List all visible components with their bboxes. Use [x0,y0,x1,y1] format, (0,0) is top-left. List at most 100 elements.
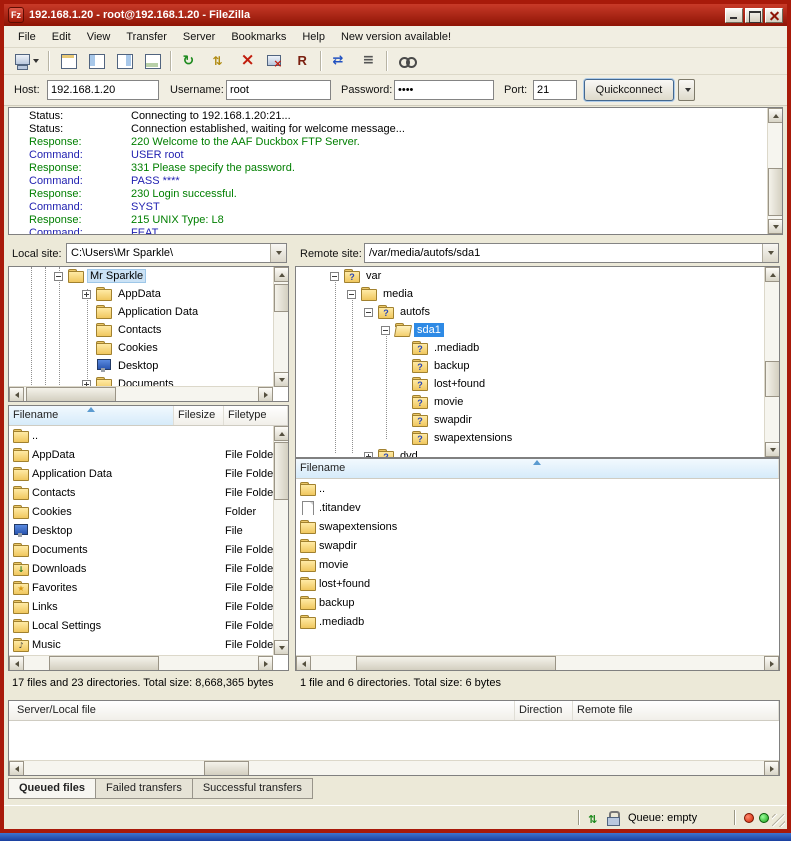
tab-failed-transfers[interactable]: Failed transfers [96,778,193,799]
file-row[interactable]: Contacts File Folder [9,483,273,502]
close-button[interactable] [765,8,783,23]
tree-item[interactable]: .mediadb [296,339,779,357]
file-row[interactable]: Cookies Folder [9,502,273,521]
file-row[interactable]: swapextensions [296,517,779,536]
tree-item[interactable]: movie [296,393,779,411]
reconnect-button[interactable] [289,49,315,73]
menu-edit[interactable]: Edit [44,28,79,46]
directory-comparison-button[interactable] [355,49,381,73]
menu-bookmarks[interactable]: Bookmarks [223,28,294,46]
host-input[interactable] [47,80,159,100]
scrollbar-thumb[interactable] [274,442,289,500]
queue-horizontal-scrollbar[interactable] [9,760,779,775]
local-tree-vertical-scrollbar[interactable] [273,267,288,387]
scrollbar-thumb[interactable] [204,761,249,776]
taskbar[interactable] [0,833,791,841]
column-header-filename[interactable]: Filename [296,459,779,478]
tree-item[interactable]: autofs [296,303,779,321]
column-header-filesize[interactable]: Filesize [174,406,224,425]
password-input[interactable] [394,80,494,100]
file-row[interactable]: backup [296,593,779,612]
collapse-icon[interactable] [364,308,373,317]
file-row[interactable]: .titandev [296,498,779,517]
scroll-up-button[interactable] [768,108,783,123]
tree-item[interactable]: AppData [9,285,288,303]
file-row[interactable]: .. [9,426,273,445]
scrollbar-thumb[interactable] [26,387,116,402]
cancel-button[interactable] [233,49,259,73]
local-list-horizontal-scrollbar[interactable] [9,655,273,670]
file-row[interactable]: Downloads File Folder [9,559,273,578]
tree-item[interactable]: lost+found [296,375,779,393]
local-list-vertical-scrollbar[interactable] [273,426,288,655]
tree-item[interactable]: media [296,285,779,303]
expand-icon[interactable] [82,290,91,299]
scrollbar-thumb[interactable] [49,656,159,671]
column-header-direction[interactable]: Direction [515,701,573,720]
toggle-remote-tree-button[interactable] [111,49,137,73]
scroll-left-button[interactable] [296,656,311,671]
file-row[interactable]: Music File Folder [9,635,273,654]
scroll-up-button[interactable] [765,267,780,282]
local-site-combobox[interactable]: C:\Users\Mr Sparkle\ [66,243,287,263]
file-row[interactable]: Local Settings File Folder [9,616,273,635]
column-header-server-local-file[interactable]: Server/Local file [9,701,515,720]
file-row[interactable]: movie [296,555,779,574]
maximize-button[interactable] [745,8,763,23]
scroll-down-button[interactable] [274,372,289,387]
scroll-down-button[interactable] [768,219,783,234]
menu-transfer[interactable]: Transfer [118,28,175,46]
toggle-local-tree-button[interactable] [83,49,109,73]
tree-item[interactable]: Desktop [9,357,288,375]
chevron-down-icon[interactable] [270,244,286,262]
speed-limits-icon[interactable] [588,810,602,826]
file-row[interactable]: Favorites File Folder [9,578,273,597]
tree-item[interactable]: swapextensions [296,429,779,447]
file-row[interactable]: Application Data File Folder [9,464,273,483]
column-header-filename[interactable]: Filename [9,406,174,425]
remote-site-combobox[interactable]: /var/media/autofs/sda1 [364,243,779,263]
local-tree-horizontal-scrollbar[interactable] [9,386,273,401]
chevron-down-icon[interactable] [762,244,778,262]
scroll-left-button[interactable] [9,387,24,402]
scroll-up-button[interactable] [274,426,289,441]
file-row[interactable]: Documents File Folder [9,540,273,559]
menu-server[interactable]: Server [175,28,223,46]
column-header-remote-file[interactable]: Remote file [573,701,779,720]
collapse-icon[interactable] [54,272,63,281]
tab-queued-files[interactable]: Queued files [8,778,96,799]
collapse-icon[interactable] [330,272,339,281]
file-row[interactable]: AppData File Folder [9,445,273,464]
file-row[interactable]: Links File Folder [9,597,273,616]
scrollbar-thumb[interactable] [274,284,289,312]
remote-tree-vertical-scrollbar[interactable] [764,267,779,457]
scrollbar-thumb[interactable] [765,361,780,397]
scroll-right-button[interactable] [258,387,273,402]
file-row[interactable]: .mediadb [296,612,779,631]
toggle-message-log-button[interactable] [55,49,81,73]
log-vertical-scrollbar[interactable] [767,108,782,234]
collapse-icon[interactable] [347,290,356,299]
resize-grip[interactable] [772,814,785,827]
synchronized-browsing-button[interactable] [327,49,353,73]
toggle-queue-button[interactable] [139,49,165,73]
file-row[interactable]: swapdir [296,536,779,555]
scroll-right-button[interactable] [764,761,779,776]
scrollbar-thumb[interactable] [356,656,556,671]
tree-item[interactable]: Contacts [9,321,288,339]
quickconnect-button[interactable]: Quickconnect [584,79,674,101]
title-bar[interactable]: Fz 192.168.1.20 - root@192.168.1.20 - Fi… [4,4,787,26]
menu-file[interactable]: File [10,28,44,46]
scrollbar-thumb[interactable] [768,168,783,216]
tree-item[interactable]: Cookies [9,339,288,357]
minimize-button[interactable] [725,8,743,23]
tree-item[interactable]: dvd [296,447,779,458]
scroll-left-button[interactable] [9,656,24,671]
scroll-down-button[interactable] [765,442,780,457]
site-manager-button[interactable] [9,49,43,73]
remote-list-horizontal-scrollbar[interactable] [296,655,779,670]
collapse-icon[interactable] [381,326,390,335]
scroll-right-button[interactable] [258,656,273,671]
file-row[interactable]: lost+found [296,574,779,593]
file-row[interactable]: Desktop File [9,521,273,540]
